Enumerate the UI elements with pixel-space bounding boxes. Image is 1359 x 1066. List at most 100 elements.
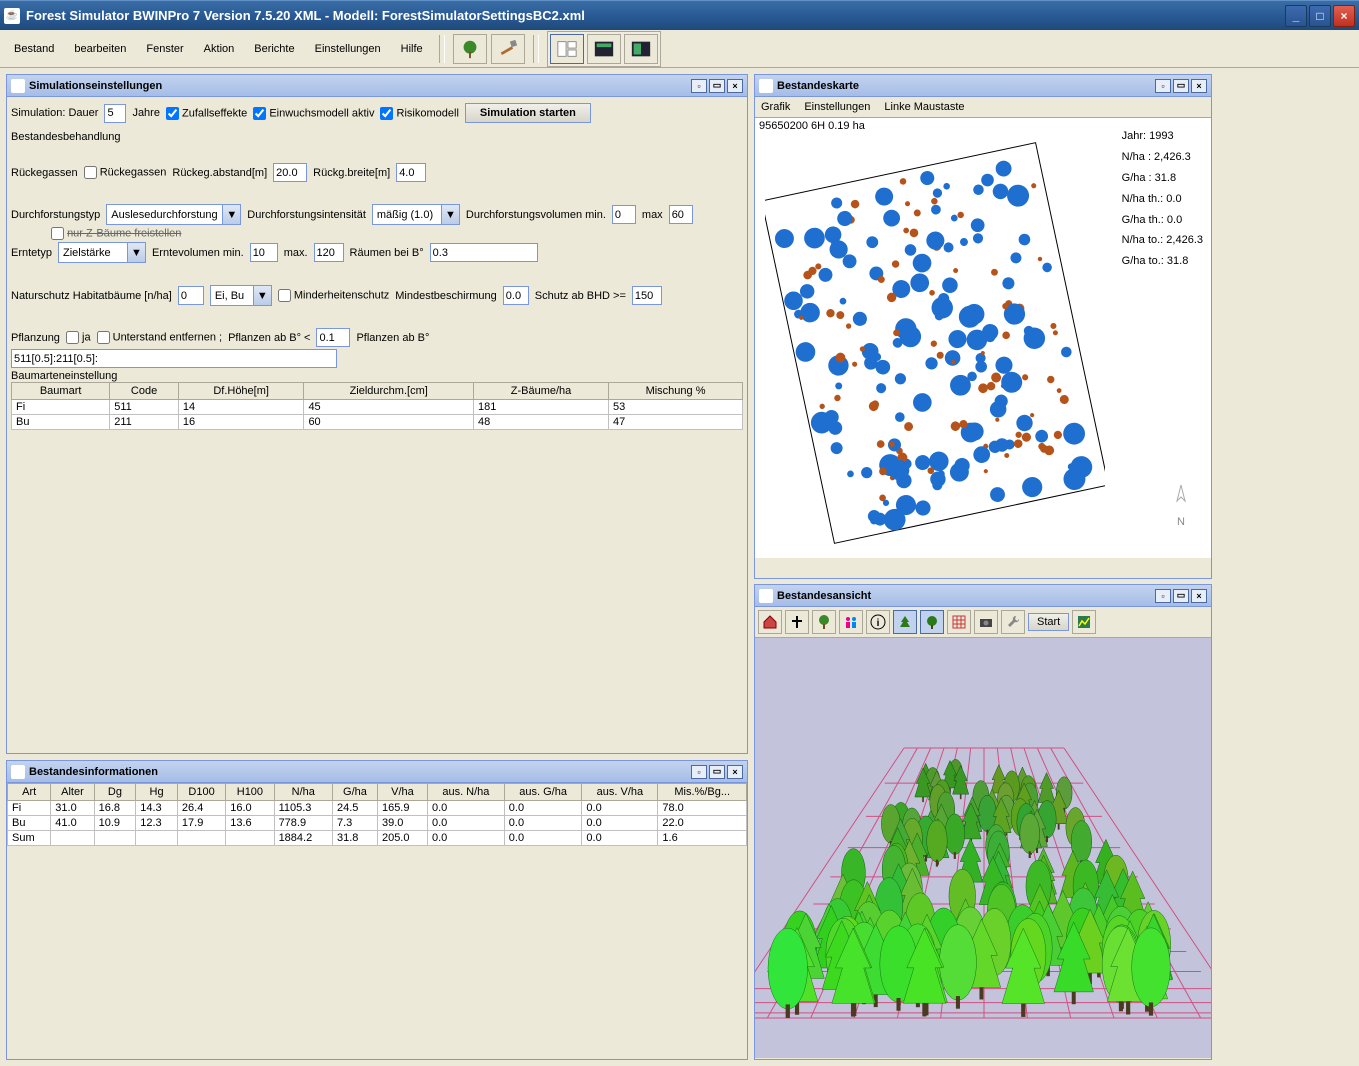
panel-maximize-button[interactable]: ▭ [1173, 589, 1189, 603]
view-grid-button[interactable] [947, 610, 971, 634]
view-cross-button[interactable] [785, 610, 809, 634]
random-effects-checkbox[interactable] [166, 107, 179, 120]
remove-understory-checkbox[interactable] [97, 331, 110, 344]
toolbar-axe-button[interactable] [491, 34, 525, 64]
panel-close-button[interactable]: × [727, 79, 743, 93]
harvest-vol-min-input[interactable] [250, 243, 278, 262]
habitat-species-combo[interactable]: ▼ [210, 285, 272, 306]
skidtrail-dist-input[interactable] [273, 163, 307, 182]
min-cover-input[interactable] [503, 286, 529, 305]
view-3d-canvas[interactable] [755, 638, 1211, 1058]
harvest-vol-max-input[interactable] [314, 243, 344, 262]
table-header: Code [110, 383, 179, 400]
menu-bestand[interactable]: Bestand [6, 39, 62, 59]
only-z-trees-label: nur Z-Bäume freistellen [67, 227, 181, 239]
table-header: G/ha [332, 784, 377, 801]
minority-label: Minderheitenschutz [294, 289, 389, 301]
panel-iconify-button[interactable]: ▫ [691, 765, 707, 779]
info-table: ArtAlterDgHgD100H100N/haG/haV/haaus. N/h… [7, 783, 747, 846]
map-canvas[interactable]: 95650200 6H 0.19 ha Jahr: 1993 N/ha : 2,… [755, 118, 1211, 558]
thinning-type-combo[interactable]: ▼ [106, 204, 241, 225]
menu-berichte[interactable]: Berichte [246, 39, 302, 59]
menu-aktion[interactable]: Aktion [196, 39, 243, 59]
skidtrail-checkbox[interactable] [84, 166, 97, 179]
window-titlebar: ☕ Forest Simulator BWINPro 7 Version 7.5… [0, 0, 1359, 30]
table-header: aus. V/ha [582, 784, 658, 801]
ingrowth-checkbox[interactable] [253, 107, 266, 120]
panel-icon [11, 765, 25, 779]
thinning-vol-max-input[interactable] [669, 205, 693, 224]
risk-label: Risikomodell [397, 107, 459, 119]
view-people-button[interactable] [839, 610, 863, 634]
grid-icon [951, 614, 967, 630]
menu-fenster[interactable]: Fenster [138, 39, 191, 59]
panel-maximize-button[interactable]: ▭ [1173, 79, 1189, 93]
panel-iconify-button[interactable]: ▫ [1155, 589, 1171, 603]
only-z-trees-checkbox[interactable] [51, 227, 64, 240]
table-header: Z-Bäume/ha [473, 383, 608, 400]
panel-close-button[interactable]: × [1191, 589, 1207, 603]
view-tree3-button[interactable] [920, 610, 944, 634]
panel-icon [11, 79, 25, 93]
panel-maximize-button[interactable]: ▭ [709, 79, 725, 93]
view-wrench-button[interactable] [1001, 610, 1025, 634]
panel-close-button[interactable]: × [1191, 79, 1207, 93]
sim-years-input[interactable] [104, 104, 126, 123]
layout-1-button[interactable] [550, 34, 584, 64]
layout-2-button[interactable] [587, 34, 621, 64]
chevron-down-icon[interactable]: ▼ [253, 286, 271, 305]
habitat-count-input[interactable] [178, 286, 204, 305]
thinning-vol-min-input[interactable] [612, 205, 636, 224]
people-icon [843, 614, 859, 630]
window-minimize-button[interactable]: _ [1285, 5, 1307, 27]
stand-map-panel: Bestandeskarte ▫ ▭ × Grafik Einstellunge… [754, 74, 1212, 579]
toolbar-tree-button[interactable] [453, 34, 487, 64]
table-row[interactable]: Bu21116604847 [12, 415, 743, 430]
panel-maximize-button[interactable]: ▭ [709, 765, 725, 779]
view-start-button[interactable]: Start [1028, 613, 1069, 631]
view-chart-button[interactable] [1072, 610, 1096, 634]
menu-bearbeiten[interactable]: bearbeiten [66, 39, 134, 59]
map-menu-maustaste[interactable]: Linke Maustaste [884, 101, 964, 113]
planting-formula-input[interactable] [11, 349, 337, 368]
stand-info-panel: Bestandesinformationen ▫ ▭ × ArtAlterDgH… [6, 760, 748, 1060]
chevron-down-icon[interactable]: ▼ [441, 205, 459, 224]
skidtrail-width-input[interactable] [396, 163, 426, 182]
thinning-intensity-combo[interactable]: ▼ [372, 204, 460, 225]
skidtrail-dist-label: Rückeg.abstand[m] [172, 167, 267, 179]
view-tree2-button[interactable] [893, 610, 917, 634]
panel-iconify-button[interactable]: ▫ [691, 79, 707, 93]
view-home-button[interactable] [758, 610, 782, 634]
panel-close-button[interactable]: × [727, 765, 743, 779]
view-tree-button[interactable] [812, 610, 836, 634]
chevron-down-icon[interactable]: ▼ [222, 205, 240, 224]
table-row[interactable]: Bu41.010.912.317.913.6778.97.339.00.00.0… [8, 816, 747, 831]
table-row[interactable]: Fi511144518153 [12, 400, 743, 415]
panel-iconify-button[interactable]: ▫ [1155, 79, 1171, 93]
table-header: Zieldurchm.[cm] [304, 383, 474, 400]
protect-bhd-input[interactable] [632, 286, 662, 305]
layout-3-button[interactable] [624, 34, 658, 64]
risk-checkbox[interactable] [380, 107, 393, 120]
harvest-type-combo[interactable]: ▼ [58, 242, 146, 263]
table-row[interactable]: Sum1884.231.8205.00.00.00.01.6 [8, 831, 747, 846]
tree-map-svg [765, 138, 1105, 548]
map-menu-grafik[interactable]: Grafik [761, 101, 790, 113]
mdi-desktop: Simulationseinstellungen ▫ ▭ × Simulatio… [0, 68, 1359, 1066]
start-simulation-button[interactable]: Simulation starten [465, 103, 591, 123]
jahre-label: Jahre [132, 107, 160, 119]
plant-from-input[interactable] [316, 328, 350, 347]
planting-yes-checkbox[interactable] [66, 331, 79, 344]
table-row[interactable]: Fi31.016.814.326.416.01105.324.5165.90.0… [8, 801, 747, 816]
chevron-down-icon[interactable]: ▼ [127, 243, 145, 262]
minority-checkbox[interactable] [278, 289, 291, 302]
map-menu-einstellungen[interactable]: Einstellungen [804, 101, 870, 113]
menu-einstellungen[interactable]: Einstellungen [307, 39, 389, 59]
window-close-button[interactable]: × [1333, 5, 1355, 27]
menu-hilfe[interactable]: Hilfe [393, 39, 431, 59]
cross-icon [789, 614, 805, 630]
clear-at-input[interactable] [430, 243, 538, 262]
view-camera-button[interactable] [974, 610, 998, 634]
window-maximize-button[interactable]: □ [1309, 5, 1331, 27]
view-info-button[interactable]: i [866, 610, 890, 634]
